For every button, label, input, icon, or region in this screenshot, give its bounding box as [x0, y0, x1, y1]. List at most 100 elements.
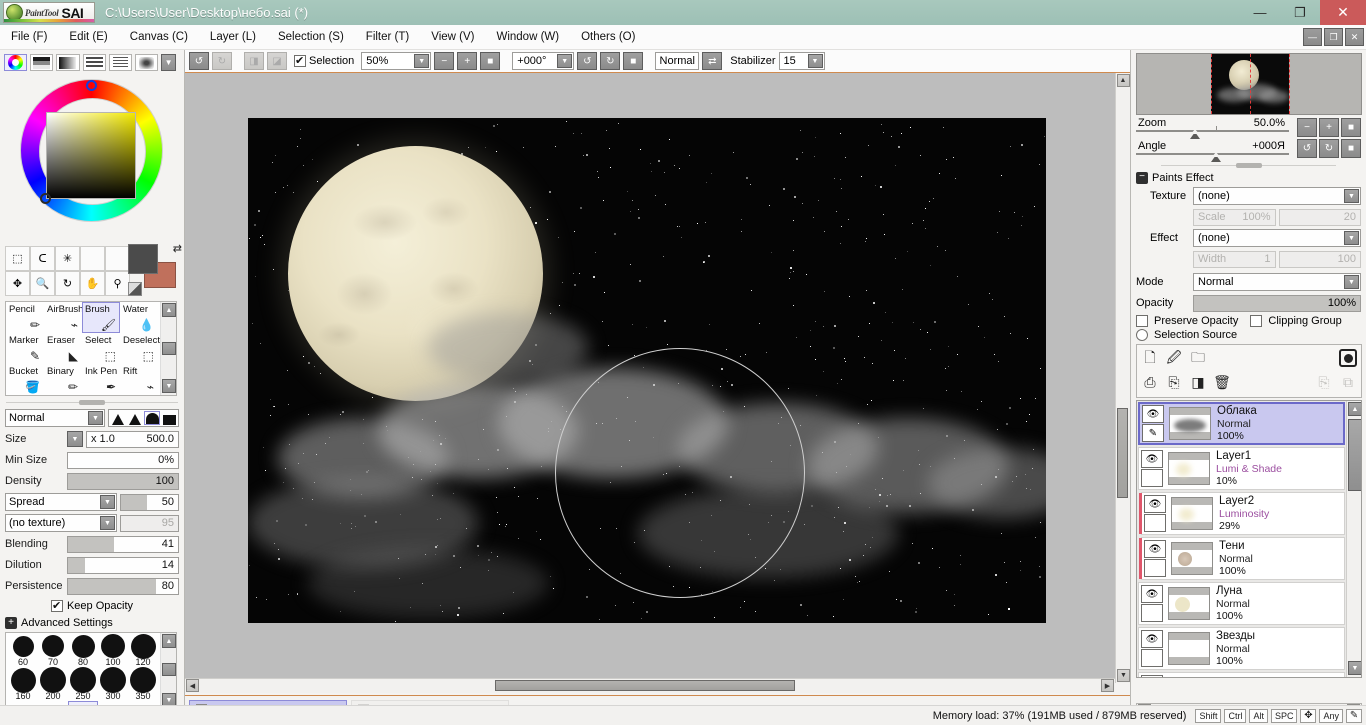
paints-texture-select[interactable]: (none) ▼	[1193, 187, 1361, 205]
rotate-cw-button[interactable]: ↻	[600, 52, 620, 70]
chevron-down-icon[interactable]: ▼	[1344, 231, 1359, 245]
menu-selection[interactable]: Selection (S)	[267, 25, 355, 50]
scroll-up-icon[interactable]: ▲	[162, 303, 176, 317]
scroll-down-icon[interactable]: ▼	[1117, 669, 1130, 682]
flip-toggle-button[interactable]: ⇄	[702, 52, 722, 70]
close-button[interactable]: ✕	[1320, 0, 1366, 25]
layer-select-icon[interactable]	[1141, 649, 1163, 667]
menu-canvas[interactable]: Canvas (C)	[119, 25, 199, 50]
paints-effect-select[interactable]: (none) ▼	[1193, 229, 1361, 247]
scroll-right-icon[interactable]: ▶	[1101, 679, 1114, 692]
brush-item-pencil[interactable]: Pencil ✏	[6, 302, 44, 333]
eye-icon[interactable]: 👁	[1141, 450, 1163, 468]
rotate-reset-button[interactable]: ■	[623, 52, 643, 70]
layer-row-teni[interactable]: 👁 Тени Normal 100%	[1141, 537, 1345, 580]
density-slider[interactable]: 100	[67, 473, 179, 490]
size-preset-300[interactable]: 300	[98, 667, 128, 701]
navigator-angle-knob[interactable]	[1211, 155, 1221, 162]
brush-item-bucket[interactable]: Bucket 🪣	[6, 364, 44, 395]
layer-select-icon[interactable]	[1141, 604, 1163, 622]
chevron-down-icon[interactable]: ▼	[557, 54, 572, 68]
navigator-splitter[interactable]	[1161, 162, 1336, 169]
new-layer-icon[interactable]: 🗋	[1140, 348, 1160, 369]
collapse-minus-icon[interactable]: −	[1136, 172, 1148, 184]
zoom-field[interactable]: 50% ▼	[361, 52, 431, 70]
clear-layer-icon[interactable]: ◨	[1188, 372, 1208, 393]
spread-slider[interactable]: 50	[120, 494, 179, 511]
saturation-value-box[interactable]	[46, 112, 136, 199]
brush-item-inkpen[interactable]: Ink Pen ✒	[82, 364, 120, 395]
rect-select-icon[interactable]: ⬚	[5, 246, 30, 271]
rgb-slider-mode-button[interactable]	[30, 54, 53, 71]
layer-select-icon[interactable]	[1144, 559, 1166, 577]
brush-item-binary[interactable]: Binary ✏	[44, 364, 82, 395]
mdi-restore-button[interactable]: ❐	[1324, 28, 1343, 46]
rotate-icon[interactable]: ↻	[55, 271, 80, 296]
canvas-horizontal-scrollbar[interactable]: ◀ ▶	[185, 678, 1115, 693]
layer-select-icon[interactable]: ✎	[1142, 424, 1164, 442]
brush-item-select[interactable]: Select ⬚	[82, 333, 120, 364]
zoom-icon[interactable]: 🔍	[30, 271, 55, 296]
stabilizer-field[interactable]: 15 ▼	[779, 52, 825, 70]
scroll-down-icon[interactable]: ▼	[1348, 661, 1362, 675]
expand-plus-icon[interactable]: +	[5, 617, 17, 629]
view-mode-field[interactable]: Normal	[655, 52, 699, 70]
foreground-color-swatch[interactable]	[128, 244, 158, 274]
spread-select[interactable]: Spread ▼	[5, 493, 117, 511]
blending-slider[interactable]: 41	[67, 536, 179, 553]
palette-mode-button[interactable]	[109, 54, 132, 71]
layer-row-layer1[interactable]: 👁 Layer1 Lumi & Shade 10%	[1138, 447, 1345, 490]
panel-splitter[interactable]	[6, 399, 178, 406]
mdi-close-button[interactable]: ✕	[1345, 28, 1364, 46]
navigator-zoom-knob[interactable]	[1190, 132, 1200, 139]
menu-filter[interactable]: Filter (T)	[355, 25, 420, 50]
move-icon[interactable]: ✥	[5, 271, 30, 296]
merge-down-icon[interactable]: ⎙	[1140, 372, 1160, 393]
menu-file[interactable]: File (F)	[0, 25, 58, 50]
chevron-down-icon[interactable]: ▼	[88, 411, 103, 425]
layer-mask-icon[interactable]	[1339, 349, 1357, 367]
flip-horizontal-button[interactable]: ◨	[244, 52, 264, 70]
color-panel-menu-button[interactable]: ▼	[161, 54, 176, 71]
menu-edit[interactable]: Edit (E)	[58, 25, 118, 50]
preserve-opacity-checkbox[interactable]	[1136, 315, 1148, 327]
vscroll-thumb[interactable]	[1117, 408, 1128, 498]
size-preset-60[interactable]: 60	[8, 633, 38, 667]
clipping-group-checkbox[interactable]	[1250, 315, 1262, 327]
chevron-down-icon[interactable]: ▼	[414, 54, 429, 68]
blob-mode-button[interactable]	[135, 54, 158, 71]
scroll-up-icon[interactable]: ▲	[1117, 74, 1130, 87]
tool-empty-slot-2[interactable]	[105, 246, 130, 271]
merge-selected-icon[interactable]: ⎘	[1164, 372, 1184, 393]
chevron-down-icon[interactable]: ▼	[808, 54, 823, 68]
nav-rotate-ccw-button[interactable]: ↺	[1297, 139, 1317, 158]
selection-source-radio[interactable]	[1136, 329, 1148, 341]
scroll-thumb[interactable]	[162, 663, 176, 676]
chevron-down-icon[interactable]: ▼	[100, 516, 115, 530]
layer-opacity-slider[interactable]: 100%	[1193, 295, 1361, 312]
size-preset-120[interactable]: 120	[128, 633, 158, 667]
nav-zoom-out-button[interactable]: −	[1297, 118, 1317, 137]
blend-mode-select[interactable]: Normal ▼	[5, 409, 105, 427]
navigator-angle-slider[interactable]: Angle +000Я	[1136, 140, 1289, 159]
layer-row-luna[interactable]: 👁 Луна Normal 100%	[1138, 582, 1345, 625]
menu-others[interactable]: Others (O)	[570, 25, 646, 50]
zoom-in-button[interactable]: +	[457, 52, 477, 70]
selection-toggle[interactable]: Selection	[294, 55, 354, 67]
layer-select-icon[interactable]	[1144, 514, 1166, 532]
color-wheel-panel[interactable]	[0, 74, 185, 242]
layer-row-layer2[interactable]: 👁 Layer2 Luminosity 29%	[1141, 492, 1345, 535]
navigator-preview[interactable]	[1136, 53, 1362, 115]
paints-effect-header[interactable]: − Paints Effect	[1131, 169, 1366, 186]
eye-icon[interactable]: 👁	[1141, 630, 1163, 648]
eye-icon[interactable]: 👁	[1141, 585, 1163, 603]
mdi-minimize-button[interactable]: —	[1303, 28, 1322, 46]
brush-texture-select[interactable]: (no texture) ▼	[5, 514, 117, 532]
chevron-down-icon[interactable]: ▼	[1344, 189, 1359, 203]
nav-rotate-reset-button[interactable]: ■	[1341, 139, 1361, 158]
scroll-up-icon[interactable]: ▲	[1348, 402, 1362, 416]
shape-triangle-button[interactable]	[110, 411, 126, 425]
scratchpad-mode-button[interactable]	[83, 54, 106, 71]
swap-colors-icon[interactable]: ⇄	[173, 242, 182, 255]
menu-layer[interactable]: Layer (L)	[199, 25, 267, 50]
